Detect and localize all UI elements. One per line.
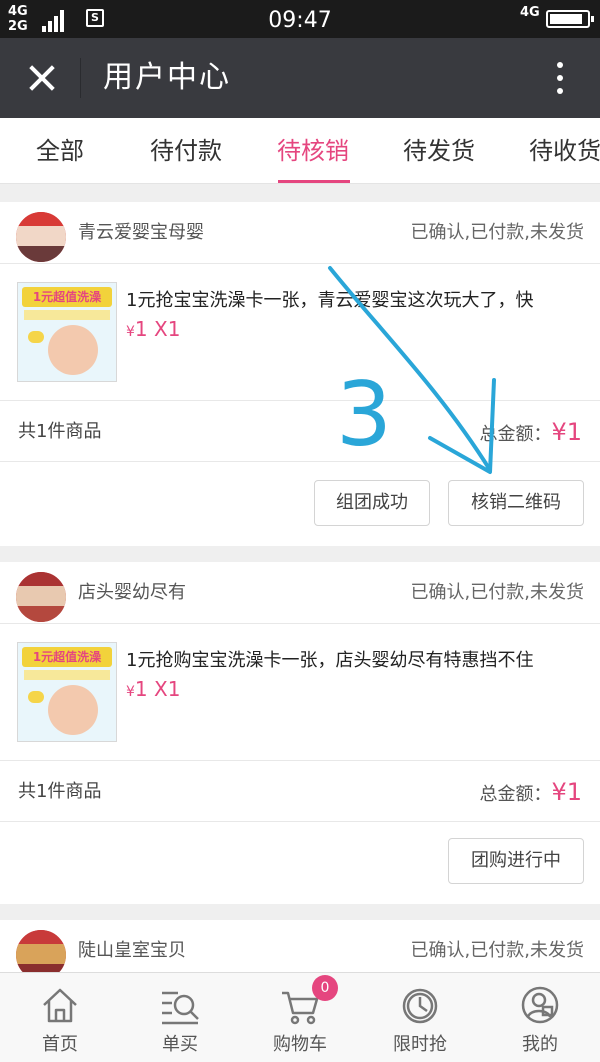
baby-illustration [48,325,98,375]
clock-time: 09:47 [268,8,332,33]
close-icon[interactable] [20,56,64,100]
search-list-icon [162,991,199,1025]
product-thumbnail: 1元超值洗澡 [17,642,117,742]
nav-flash-sale[interactable]: 限时抢 [360,973,480,1062]
order-status: 已确认,已付款,未发货 [410,582,584,603]
tab-active-indicator [278,180,350,183]
nav-label: 我的 [522,1034,558,1055]
user-icon [521,986,559,1024]
tab-all[interactable]: 全部 [36,118,84,184]
thumbnail-banner-text: 1元超值洗澡 [22,287,112,307]
product-quantity: X1 [154,317,181,341]
nav-single-buy[interactable]: 单买 [120,973,240,1062]
product-price: ¥1 X1 [126,674,180,707]
nav-mine[interactable]: 我的 [480,973,600,1062]
order-header[interactable]: 店头婴幼尽有 已确认,已付款,未发货 [0,562,600,624]
order-total: 总金额：¥1 [479,775,582,812]
nav-cart[interactable]: 0 购物车 [240,973,360,1062]
order-summary: 共1件商品 总金额：¥1 [0,400,600,462]
order-status: 已确认,已付款,未发货 [410,940,584,961]
product-title: 1元抢宝宝洗澡卡一张，青云爱婴宝这次玩大了，快 [126,290,534,311]
product-price: ¥1 X1 [126,314,180,347]
price-currency: ¥ [126,324,135,340]
store-avatar [16,212,66,262]
store-name: 青云爱婴宝母婴 [78,222,204,243]
product-thumbnail: 1元超值洗澡 [17,282,117,382]
status-bar: 4G 2G S 09:47 4G [0,0,600,38]
order-tabs: 全部 待付款 待核销 待发货 待收货 [0,118,600,184]
clock-icon [402,988,438,1024]
order-card: 青云爱婴宝母婴 已确认,已付款,未发货 1元超值洗澡 1元抢宝宝洗澡卡一张，青云… [0,202,600,546]
order-summary: 共1件商品 总金额：¥1 [0,760,600,822]
more-vertical-icon[interactable] [548,58,572,98]
home-icon [43,988,77,1023]
group-success-button[interactable]: 组团成功 [314,480,430,526]
price-currency: ¥ [126,684,135,700]
price-value: 1 [134,677,148,701]
order-total: 总金额：¥1 [479,415,582,452]
network-right-label: 4G [520,5,540,20]
price-value: 1 [134,317,148,341]
item-count: 共1件商品 [18,421,102,442]
page-title: 用户中心 [103,60,231,95]
tab-pending-shipment[interactable]: 待发货 [403,118,475,184]
total-label: 总金额： [479,784,552,805]
item-count: 共1件商品 [18,781,102,802]
battery-fill [550,14,582,24]
product-quantity: X1 [154,677,181,701]
order-item[interactable]: 1元超值洗澡 1元抢宝宝洗澡卡一张，青云爱婴宝这次玩大了，快 ¥1 X1 [0,264,600,400]
order-status: 已确认,已付款,未发货 [410,222,584,243]
tab-pending-receipt[interactable]: 待收货 [529,118,600,184]
order-header[interactable]: 青云爱婴宝母婴 已确认,已付款,未发货 [0,202,600,264]
store-avatar [16,572,66,622]
order-card: 陡山皇室宝贝 已确认,已付款,未发货 [0,920,600,982]
redeem-qrcode-button[interactable]: 核销二维码 [448,480,584,526]
duck-illustration [28,331,44,343]
store-name: 店头婴幼尽有 [78,582,186,603]
total-amount: ¥1 [551,778,582,806]
nav-label: 购物车 [273,1034,327,1055]
cart-count-badge: 0 [312,975,338,1001]
nav-label: 限时抢 [393,1034,447,1055]
bottom-nav: 首页 单买 0 购物车 限时抢 我的 [0,972,600,1062]
thumbnail-banner-text: 1元超值洗澡 [22,647,112,667]
order-item[interactable]: 1元超值洗澡 1元抢购宝宝洗澡卡一张，店头婴幼尽有特惠挡不住 ¥1 X1 [0,624,600,760]
nav-home[interactable]: 首页 [0,973,120,1062]
group-buy-in-progress-button[interactable]: 团购进行中 [448,838,584,884]
order-card: 店头婴幼尽有 已确认,已付款,未发货 1元超值洗澡 1元抢购宝宝洗澡卡一张，店头… [0,562,600,904]
tab-pending-redeem[interactable]: 待核销 [277,118,349,184]
baby-illustration [48,685,98,735]
duck-illustration [28,691,44,703]
nav-label: 首页 [42,1034,78,1055]
total-label: 总金额： [479,424,552,445]
battery-icon [546,10,594,28]
title-divider [80,58,81,98]
total-amount: ¥1 [551,418,582,446]
store-name: 陡山皇室宝贝 [78,940,186,961]
tab-pending-payment[interactable]: 待付款 [150,118,222,184]
nav-label: 单买 [162,1034,198,1055]
title-bar: 用户中心 [0,38,600,118]
product-title: 1元抢购宝宝洗澡卡一张，店头婴幼尽有特惠挡不住 [126,650,534,671]
